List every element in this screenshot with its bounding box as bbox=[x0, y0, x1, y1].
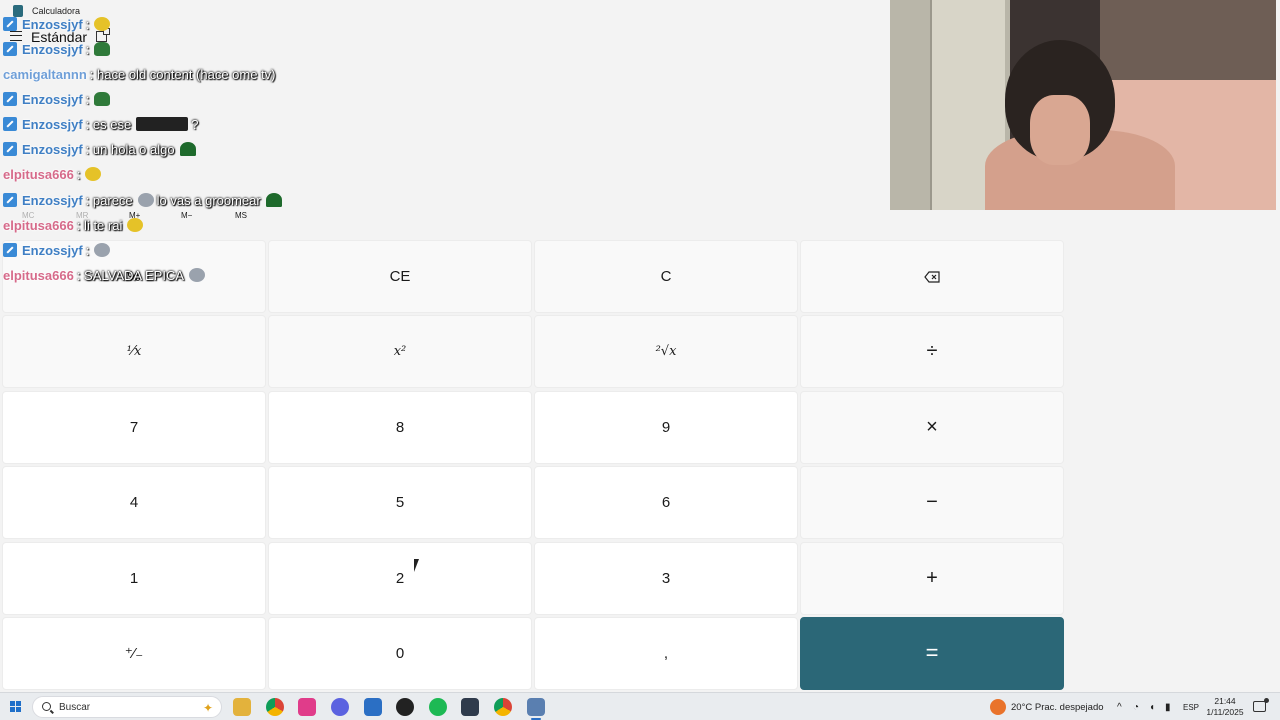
backspace-button[interactable] bbox=[800, 240, 1064, 313]
keypad: % CE C ¹⁄x x² ²√x ÷ 7 8 9 × 4 5 6 − 1 2 … bbox=[2, 240, 1064, 690]
negate-button[interactable]: ⁺⁄₋ bbox=[2, 616, 266, 690]
volume-icon[interactable]: ◖ bbox=[1149, 702, 1155, 713]
store-icon[interactable] bbox=[364, 698, 382, 716]
microphone-icon[interactable]: ▮ bbox=[1165, 702, 1171, 713]
mode-title: Estándar bbox=[31, 29, 88, 45]
weather-icon[interactable] bbox=[990, 699, 1006, 715]
digit-0-button[interactable]: 0 bbox=[268, 616, 532, 690]
chrome-icon[interactable] bbox=[266, 698, 284, 716]
copilot-sparkle-icon: ✦ bbox=[202, 701, 213, 715]
taskbar-search[interactable]: Buscar ✦ bbox=[32, 696, 222, 718]
memory-recall-button[interactable]: MR bbox=[76, 211, 88, 220]
decimal-button[interactable]: , bbox=[534, 616, 798, 690]
digit-5-button[interactable]: 5 bbox=[268, 466, 532, 540]
obs-icon[interactable] bbox=[396, 698, 414, 716]
reciprocal-button[interactable]: ¹⁄x bbox=[2, 315, 266, 389]
spotify-icon[interactable] bbox=[429, 698, 447, 716]
digit-7-button[interactable]: 7 bbox=[2, 390, 266, 464]
reciprocal-label: ¹⁄x bbox=[126, 344, 142, 360]
divide-button[interactable]: ÷ bbox=[800, 315, 1064, 389]
equals-button[interactable]: = bbox=[800, 616, 1064, 690]
tiktok-icon[interactable] bbox=[298, 698, 316, 716]
search-icon bbox=[42, 702, 51, 711]
digit-3-button[interactable]: 3 bbox=[534, 541, 798, 615]
mouse-cursor-icon bbox=[414, 559, 423, 572]
wifi-icon[interactable]: ◔ bbox=[1133, 702, 1139, 713]
square-label: x² bbox=[393, 344, 407, 360]
multiply-button[interactable]: × bbox=[800, 390, 1064, 464]
memory-row: MC MR M+ M− MS bbox=[0, 211, 1068, 223]
square-button[interactable]: x² bbox=[268, 315, 532, 389]
notification-icon[interactable] bbox=[1253, 698, 1269, 712]
clear-entry-button[interactable]: CE bbox=[268, 240, 532, 313]
search-placeholder: Buscar bbox=[59, 702, 91, 713]
messenger-icon[interactable] bbox=[331, 698, 349, 716]
digit-6-button[interactable]: 6 bbox=[534, 466, 798, 540]
digit-9-button[interactable]: 9 bbox=[534, 390, 798, 464]
clock-date: 1/11/2025 bbox=[1206, 707, 1244, 717]
webcam-feed bbox=[890, 0, 1276, 210]
memory-store-button[interactable]: MS bbox=[235, 211, 247, 220]
clock[interactable]: 21:44 1/11/2025 bbox=[1203, 696, 1247, 718]
digit-2-button[interactable]: 2 bbox=[268, 541, 532, 615]
language-indicator[interactable]: ESP bbox=[1183, 703, 1199, 712]
calculator-taskbar-icon[interactable] bbox=[527, 698, 545, 720]
subtract-button[interactable]: − bbox=[800, 466, 1064, 540]
windows-logo-icon bbox=[16, 707, 21, 712]
weather-text[interactable]: 20°C Prac. despejado bbox=[1011, 702, 1104, 713]
chrome-profile-icon[interactable] bbox=[494, 698, 512, 716]
clock-time: 21:44 bbox=[1214, 696, 1236, 706]
digit-1-button[interactable]: 1 bbox=[2, 541, 266, 615]
webcam-person-face bbox=[1030, 95, 1090, 165]
digit-8-button[interactable]: 8 bbox=[268, 390, 532, 464]
add-button[interactable]: + bbox=[800, 541, 1064, 615]
square-root-button[interactable]: ²√x bbox=[534, 315, 798, 389]
percent-button[interactable]: % bbox=[2, 240, 266, 313]
app-icon[interactable] bbox=[461, 698, 479, 716]
square-root-label: ²√x bbox=[655, 344, 677, 360]
clear-button[interactable]: C bbox=[534, 240, 798, 313]
windows-logo-icon bbox=[10, 707, 15, 712]
hamburger-menu-icon[interactable] bbox=[10, 31, 22, 41]
calculator-app-icon bbox=[13, 5, 23, 17]
digit-4-button[interactable]: 4 bbox=[2, 466, 266, 540]
backspace-icon bbox=[924, 270, 940, 283]
memory-clear-button[interactable]: MC bbox=[22, 211, 34, 220]
chevron-up-icon[interactable]: ^ bbox=[1117, 702, 1122, 713]
window-title: Calculadora bbox=[32, 6, 81, 16]
start-button[interactable] bbox=[10, 701, 22, 713]
memory-add-button[interactable]: M+ bbox=[129, 211, 140, 220]
windows-logo-icon bbox=[10, 701, 15, 706]
windows-logo-icon bbox=[16, 701, 21, 706]
memory-subtract-button[interactable]: M− bbox=[181, 211, 192, 220]
taskbar: Buscar ✦ 20°C Prac. despejado ^ ◔ ◖ ▮ ES… bbox=[0, 692, 1280, 720]
keep-on-top-icon[interactable] bbox=[96, 28, 110, 42]
file-explorer-icon[interactable] bbox=[233, 698, 251, 716]
